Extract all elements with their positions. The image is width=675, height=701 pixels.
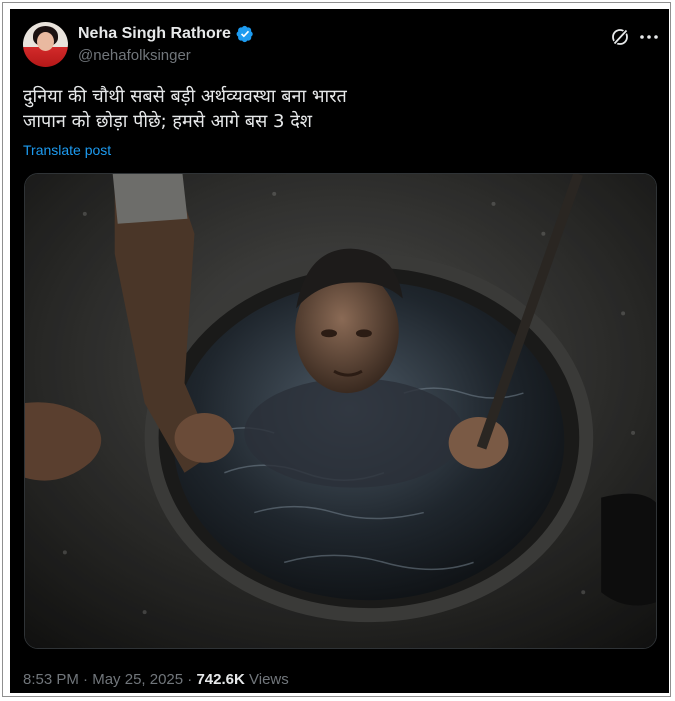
avatar[interactable] xyxy=(23,22,68,67)
author-handle[interactable]: @nehafolksinger xyxy=(78,47,191,64)
post-image[interactable] xyxy=(24,173,657,649)
tweet-card: Neha Singh Rathore @nehafolksinger दुनिय… xyxy=(10,9,669,693)
post-time[interactable]: 8:53 PM xyxy=(23,671,79,688)
post-text-line: दुनिया की चौथी सबसे बड़ी अर्थव्यवस्था बन… xyxy=(23,86,347,107)
post-image-graphic xyxy=(25,174,656,648)
post-text-line: जापान को छोड़ा पीछे; हमसे आगे बस 3 देश xyxy=(23,111,313,132)
post-date[interactable]: May 25, 2025 xyxy=(92,671,183,688)
grok-icon[interactable] xyxy=(610,27,630,47)
post-text: दुनिया की चौथी सबसे बड़ी अर्थव्यवस्था बन… xyxy=(23,84,643,134)
translate-post-link[interactable]: Translate post xyxy=(23,142,111,158)
meta-separator: · xyxy=(78,671,93,688)
views-label: Views xyxy=(244,671,289,688)
author-display-name[interactable]: Neha Singh Rathore xyxy=(78,25,231,43)
post-meta: 8:53 PM · May 25, 2025 · 742.6K Views xyxy=(23,671,289,688)
views-count: 742.6K xyxy=(196,671,245,688)
more-icon[interactable] xyxy=(638,27,660,47)
author-name-row[interactable]: Neha Singh Rathore xyxy=(78,25,254,43)
verified-badge-icon xyxy=(236,25,253,43)
screenshot-frame: Neha Singh Rathore @nehafolksinger दुनिय… xyxy=(2,2,671,697)
meta-separator: · xyxy=(183,671,197,688)
avatar-face xyxy=(37,32,54,51)
